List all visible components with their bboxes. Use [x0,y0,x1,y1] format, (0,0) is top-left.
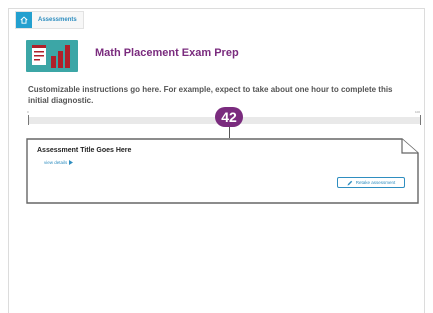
clipboard-bar-chart-icon [26,40,78,72]
breadcrumb: Assessments [15,11,84,29]
page-title: Math Placement Exam Prep [95,47,239,59]
assessment-title: Assessment Title Goes Here [37,147,132,154]
retake-label: Retake assessment [355,180,396,185]
instructions-text: Customizable instructions go here. For e… [28,85,393,105]
breadcrumb-assessments-link[interactable]: Assessments [38,17,77,23]
home-button[interactable] [16,12,32,28]
progress-start-tick [28,115,29,125]
view-details-label: view details [44,160,68,165]
progress-max-label: 100 [415,110,421,114]
retake-assessment-button[interactable]: Retake assessment [337,177,405,188]
caret-right-icon [69,160,74,165]
progress-end-tick [420,115,421,125]
home-icon [20,16,28,24]
score-badge: 42 [215,107,243,127]
pencil-icon [347,180,352,185]
score-connector [229,127,230,138]
view-details-link[interactable]: view details [44,160,74,165]
progress-min-label: 0 [27,110,29,114]
